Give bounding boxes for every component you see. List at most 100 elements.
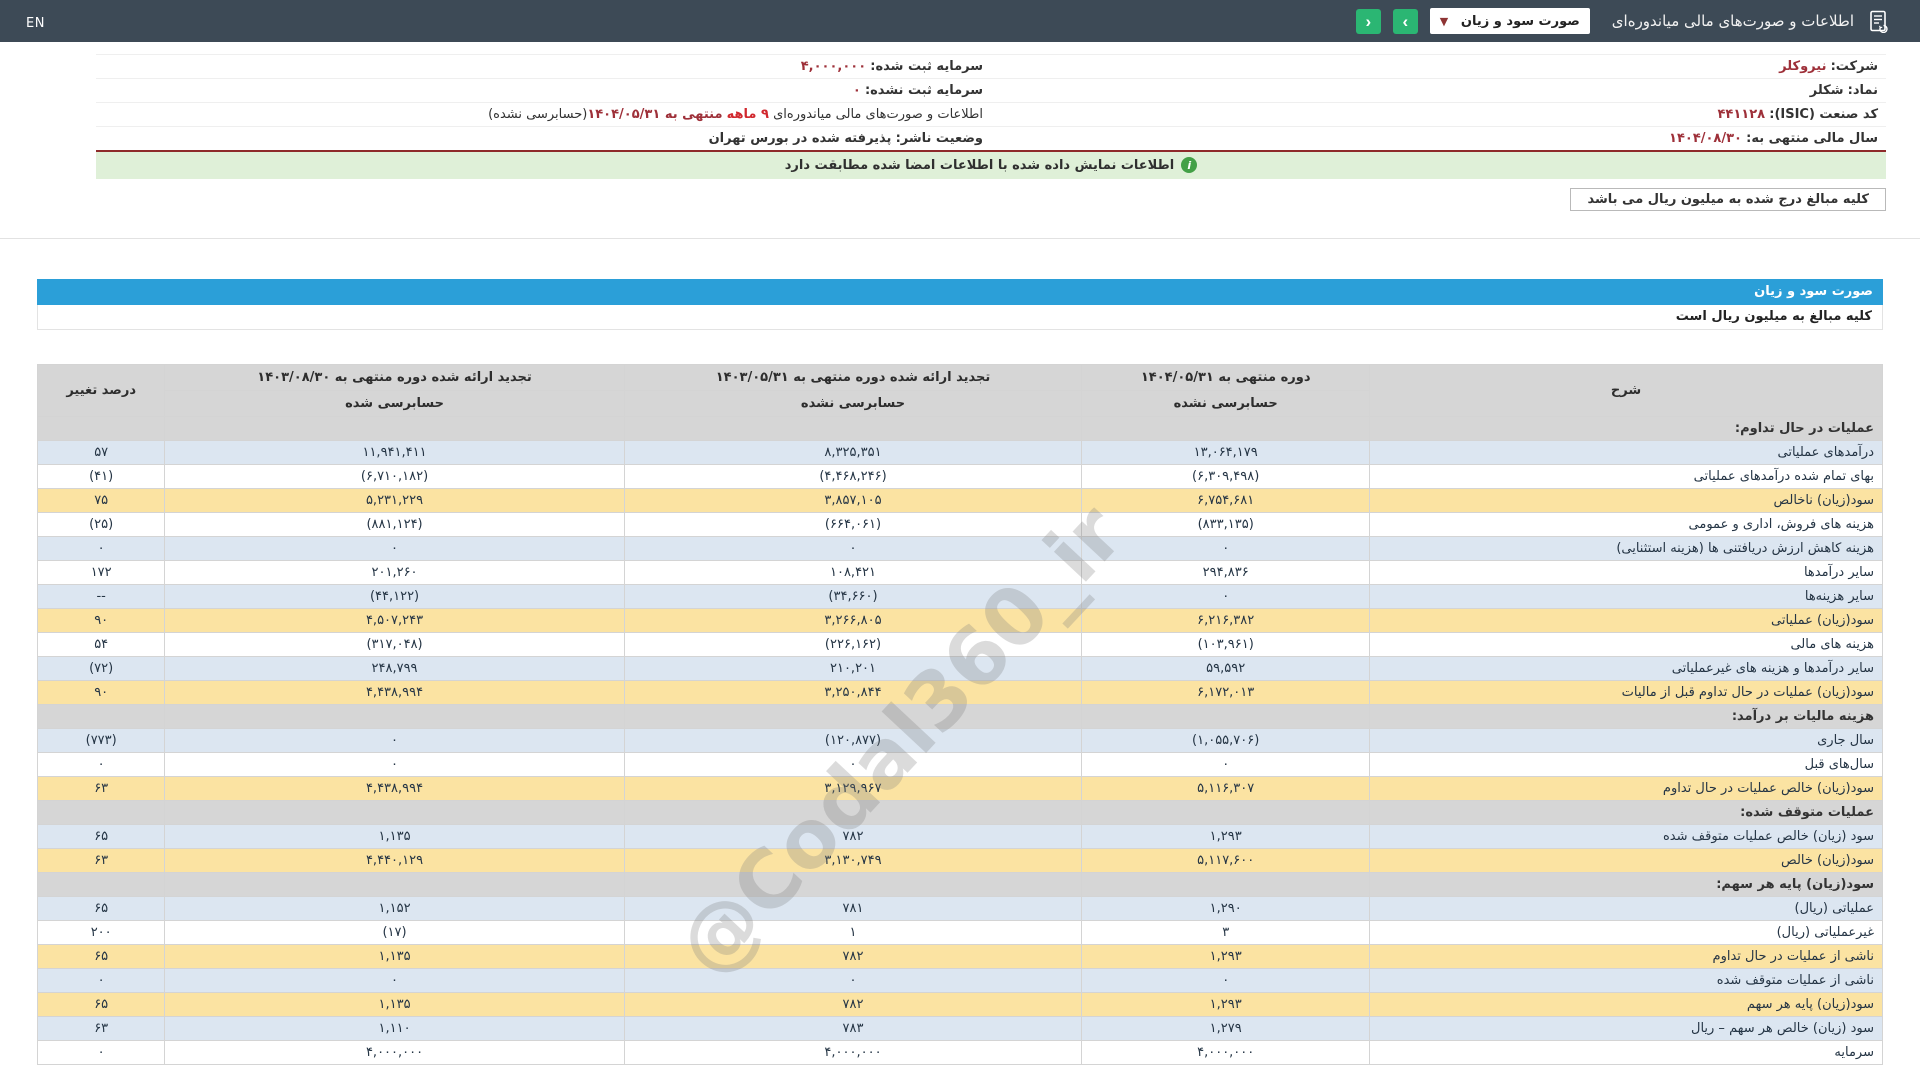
row-change-percent: ۹۰ <box>38 680 165 704</box>
table-row: ناشی از عملیات متوقف شده۰۰۰۰ <box>38 968 1883 992</box>
table-row: هزینه های مالی(۱۰۳,۹۶۱)(۲۲۶,۱۶۲)(۳۱۷,۰۴۸… <box>38 632 1883 656</box>
row-label: ناشی از عملیات متوقف شده <box>1370 968 1883 992</box>
row-value-current: ۰ <box>1082 968 1370 992</box>
row-value-current: ۲۹۴,۸۳۶ <box>1082 560 1370 584</box>
row-value-restated-1: ۳,۸۵۷,۱۰۵ <box>624 488 1082 512</box>
table-row: بهای تمام شده درآمدهای عملیاتی(۶,۳۰۹,۴۹۸… <box>38 464 1883 488</box>
registered-capital-value: ۴,۰۰۰,۰۰۰ <box>801 59 866 74</box>
company-value: نیروکلر <box>1779 59 1826 74</box>
row-label: عملیات در حال تداوم: <box>1370 416 1883 440</box>
statement-tbody: عملیات در حال تداوم:درآمدهای عملیاتی۱۳,۰… <box>38 416 1883 1064</box>
row-value-restated-2: ۲۴۸,۷۹۹ <box>165 656 624 680</box>
row-change-percent: ۰ <box>38 536 165 560</box>
row-value-restated-2 <box>165 800 624 824</box>
company-label: شرکت: <box>1831 59 1878 74</box>
row-value-restated-2: ۱,۱۳۵ <box>165 992 624 1016</box>
row-value-current: ۱,۲۹۳ <box>1082 944 1370 968</box>
header-description: شرح <box>1370 364 1883 416</box>
row-value-restated-1: ۷۸۲ <box>624 992 1082 1016</box>
header-period-current: دوره منتهی به ۱۴۰۴/۰۵/۳۱ <box>1082 364 1370 390</box>
row-value-restated-1: ۳,۱۲۹,۹۶۷ <box>624 776 1082 800</box>
next-statement-button[interactable]: › <box>1393 9 1418 34</box>
row-label: ناشی از عملیات در حال تداوم <box>1370 944 1883 968</box>
row-value-restated-1: ۷۸۲ <box>624 824 1082 848</box>
table-row: سود(زیان) پایه هر سهم۱,۲۹۳۷۸۲۱,۱۳۵۶۵ <box>38 992 1883 1016</box>
fiscal-year-label: سال مالی منتهی به: <box>1746 131 1878 146</box>
income-statement-section: صورت سود و زیان کلیه مبالغ به میلیون ریا… <box>37 279 1883 1065</box>
row-label: هزینه های فروش، اداری و عمومی <box>1370 512 1883 536</box>
row-value-restated-1: ۴,۰۰۰,۰۰۰ <box>624 1040 1082 1064</box>
row-value-restated-2: ۴,۴۳۸,۹۹۴ <box>165 680 624 704</box>
row-label: سود(زیان) ناخالص <box>1370 488 1883 512</box>
chevron-down-icon: ▼ <box>1440 15 1448 28</box>
row-label: سود (زیان) خالص عملیات متوقف شده <box>1370 824 1883 848</box>
top-navbar: اطلاعات و صورت‌های مالی میاندوره‌ای صورت… <box>0 0 1920 42</box>
table-row: هزینه کاهش ارزش دریافتنی ها (هزینه استثن… <box>38 536 1883 560</box>
row-value-restated-2: ۰ <box>165 728 624 752</box>
row-value-restated-1: ۳,۲۶۶,۸۰۵ <box>624 608 1082 632</box>
navbar-left-group: EN <box>26 12 45 31</box>
report-icon <box>1866 9 1890 33</box>
row-value-restated-1: ۳,۱۳۰,۷۴۹ <box>624 848 1082 872</box>
table-row: درآمدهای عملیاتی۱۳,۰۶۴,۱۷۹۸,۳۲۵,۳۵۱۱۱,۹۴… <box>38 440 1883 464</box>
isic-value: ۴۴۱۱۲۸ <box>1718 107 1766 122</box>
registered-capital-label: سرمایه ثبت شده: <box>870 59 983 74</box>
row-value-restated-1: (۴,۴۶۸,۲۴۶) <box>624 464 1082 488</box>
table-row: سود(زیان) عملیات در حال تداوم قبل از مال… <box>38 680 1883 704</box>
row-value-restated-1: ۲۱۰,۲۰۱ <box>624 656 1082 680</box>
row-change-percent: ۶۵ <box>38 944 165 968</box>
row-label: سال جاری <box>1370 728 1883 752</box>
row-value-restated-1: (۳۴,۶۶۰) <box>624 584 1082 608</box>
row-value-current: ۵,۱۱۶,۳۰۷ <box>1082 776 1370 800</box>
info-row: نماد: شکلر سرمایه ثبت نشده: ۰ <box>96 79 1886 103</box>
row-value-current: ۶,۲۱۶,۳۸۲ <box>1082 608 1370 632</box>
row-value-restated-2: ۴,۰۰۰,۰۰۰ <box>165 1040 624 1064</box>
prev-statement-button[interactable]: ‹ <box>1356 9 1381 34</box>
row-value-restated-1: ۷۸۱ <box>624 896 1082 920</box>
row-value-restated-2: ۵,۲۳۱,۲۲۹ <box>165 488 624 512</box>
row-value-restated-1: ۰ <box>624 968 1082 992</box>
row-value-restated-2: ۰ <box>165 536 624 560</box>
table-row: سود(زیان) ناخالص۶,۷۵۴,۶۸۱۳,۸۵۷,۱۰۵۵,۲۳۱,… <box>38 488 1883 512</box>
row-change-percent: ۰ <box>38 968 165 992</box>
period-length: ۹ ماهه <box>727 107 769 122</box>
row-value-current: ۱,۲۹۳ <box>1082 824 1370 848</box>
symbol-label: نماد: <box>1848 83 1878 98</box>
row-value-current: ۰ <box>1082 536 1370 560</box>
table-row: سال‌های قبل۰۰۰۰ <box>38 752 1883 776</box>
fiscal-year-value: ۱۴۰۴/۰۸/۳۰ <box>1669 131 1742 146</box>
row-value-restated-2: (۳۱۷,۰۴۸) <box>165 632 624 656</box>
row-value-restated-1 <box>624 416 1082 440</box>
row-value-restated-1: ۱ <box>624 920 1082 944</box>
row-value-restated-2: ۰ <box>165 968 624 992</box>
symbol-value: شکلر <box>1810 83 1844 98</box>
navbar-right-group: اطلاعات و صورت‌های مالی میاندوره‌ای صورت… <box>1356 8 1890 34</box>
row-label: سود(زیان) پایه هر سهم: <box>1370 872 1883 896</box>
statement-unit-note: کلیه مبالغ به میلیون ریال است <box>37 305 1883 330</box>
row-label: سایر هزینه‌ها <box>1370 584 1883 608</box>
row-value-restated-1 <box>624 800 1082 824</box>
statement-type-select[interactable]: صورت سود و زیان ▼ <box>1430 8 1590 34</box>
row-value-restated-1: ۱۰۸,۴۲۱ <box>624 560 1082 584</box>
info-row: شرکت: نیروکلر سرمایه ثبت شده: ۴,۰۰۰,۰۰۰ <box>96 55 1886 79</box>
table-row: غیرعملیاتی (ریال)۳۱(۱۷)۲۰۰ <box>38 920 1883 944</box>
row-change-percent: (۲۵) <box>38 512 165 536</box>
row-value-current: ۱,۲۷۹ <box>1082 1016 1370 1040</box>
row-label: سایر درآمدها و هزینه های غیرعملیاتی <box>1370 656 1883 680</box>
row-change-percent: -- <box>38 584 165 608</box>
info-icon: i <box>1181 157 1197 173</box>
section-row: عملیات در حال تداوم: <box>38 416 1883 440</box>
row-value-restated-1: ۸,۳۲۵,۳۵۱ <box>624 440 1082 464</box>
table-row: سود(زیان) خالص۵,۱۱۷,۶۰۰۳,۱۳۰,۷۴۹۴,۴۴۰,۱۲… <box>38 848 1883 872</box>
row-change-percent: (۷۷۳) <box>38 728 165 752</box>
row-change-percent: (۴۱) <box>38 464 165 488</box>
row-label: هزینه های مالی <box>1370 632 1883 656</box>
row-label: عملیات متوقف شده: <box>1370 800 1883 824</box>
language-toggle[interactable]: EN <box>26 16 45 31</box>
row-label: عملیاتی (ریال) <box>1370 896 1883 920</box>
row-value-restated-1: ۷۸۲ <box>624 944 1082 968</box>
row-label: سود(زیان) خالص <box>1370 848 1883 872</box>
section-row: هزینه مالیات بر درآمد: <box>38 704 1883 728</box>
row-value-current: ۱,۲۹۰ <box>1082 896 1370 920</box>
row-value-current: ۵۹,۵۹۲ <box>1082 656 1370 680</box>
